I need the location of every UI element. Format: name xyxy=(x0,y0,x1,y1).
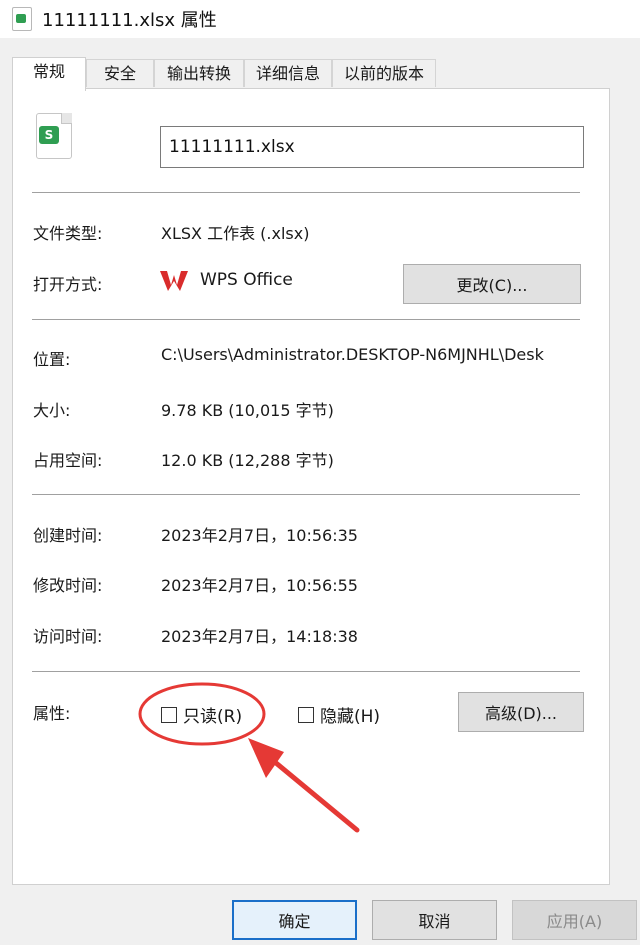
wps-logo-icon xyxy=(160,271,188,291)
file-icon-badge: S xyxy=(39,126,59,144)
separator xyxy=(32,494,580,495)
accessed-label: 访问时间: xyxy=(33,627,103,646)
apply-button[interactable]: 应用(A) xyxy=(512,900,637,940)
readonly-label: 只读(R) xyxy=(183,707,243,727)
disk-size-label: 占用空间: xyxy=(33,451,103,470)
tab-previous-versions[interactable]: 以前的版本 xyxy=(332,59,436,87)
tab-general[interactable]: 常规 xyxy=(12,57,86,91)
modified-value: 2023年2月7日，10:56:55 xyxy=(161,576,358,595)
created-value: 2023年2月7日，10:56:35 xyxy=(161,526,358,545)
type-label: 文件类型: xyxy=(33,224,103,243)
hidden-label: 隐藏(H) xyxy=(320,707,381,727)
tab-details[interactable]: 详细信息 xyxy=(244,59,332,87)
advanced-button[interactable]: 高级(D)... xyxy=(458,692,584,732)
open-with-value: WPS Office xyxy=(200,270,293,290)
change-button[interactable]: 更改(C)... xyxy=(403,264,581,304)
type-value: XLSX 工作表 (.xlsx) xyxy=(161,224,310,243)
open-with-label: 打开方式: xyxy=(33,275,103,294)
location-field: C:\Users\Administrator.DESKTOP-N6MJNHL\D… xyxy=(161,345,586,369)
hidden-checkbox[interactable] xyxy=(298,706,314,723)
cancel-button[interactable]: 取消 xyxy=(372,900,497,940)
tab-output-conversion[interactable]: 输出转换 xyxy=(154,59,244,87)
general-panel xyxy=(12,88,610,885)
attributes-label: 属性: xyxy=(33,704,71,723)
disk-size-value: 12.0 KB (12,288 字节) xyxy=(161,451,334,470)
location-value: C:\Users\Administrator.DESKTOP-N6MJNHL\D… xyxy=(161,345,544,364)
location-label: 位置: xyxy=(33,350,71,369)
modified-label: 修改时间: xyxy=(33,576,103,595)
xlsx-file-icon: S xyxy=(36,113,72,159)
separator xyxy=(32,671,580,672)
accessed-value: 2023年2月7日，14:18:38 xyxy=(161,627,358,646)
created-label: 创建时间: xyxy=(33,526,103,545)
size-value: 9.78 KB (10,015 字节) xyxy=(161,401,334,420)
title-bar: 11111111.xlsx 属性 xyxy=(0,0,640,38)
readonly-checkbox[interactable] xyxy=(161,706,177,723)
window-title: 11111111.xlsx 属性 xyxy=(42,10,217,31)
tab-security[interactable]: 安全 xyxy=(86,59,154,87)
hidden-option[interactable]: 隐藏(H) xyxy=(298,702,380,727)
file-name-input[interactable] xyxy=(160,126,584,168)
size-label: 大小: xyxy=(33,401,71,420)
readonly-option[interactable]: 只读(R) xyxy=(161,702,242,727)
xlsx-file-icon xyxy=(12,7,32,31)
separator xyxy=(32,319,580,320)
separator xyxy=(32,192,580,193)
ok-button[interactable]: 确定 xyxy=(232,900,357,940)
